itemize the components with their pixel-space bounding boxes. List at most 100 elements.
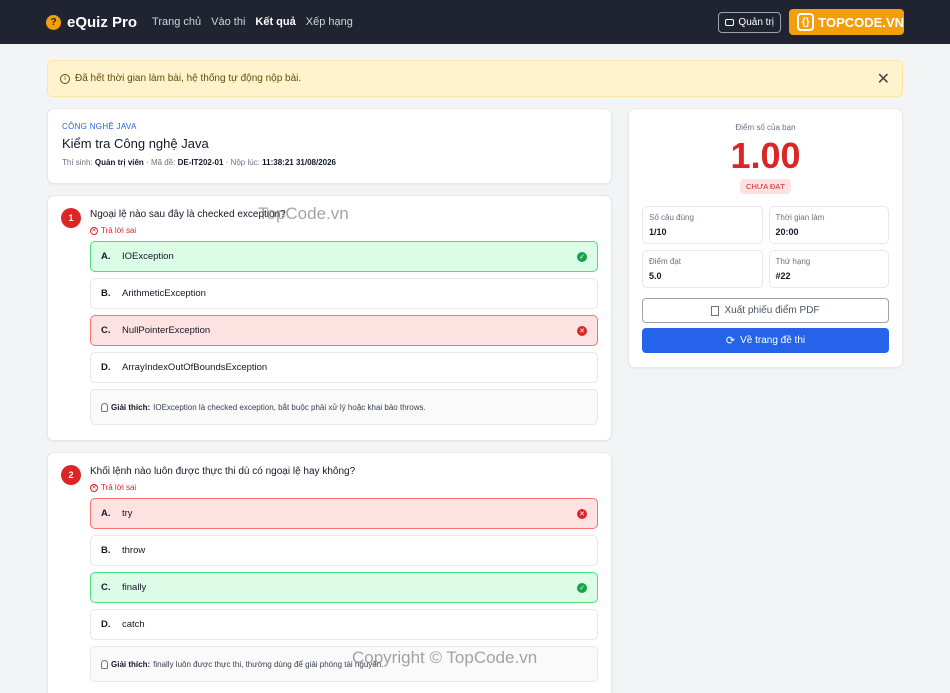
stat-label: Thứ hạng	[775, 257, 811, 266]
stats-grid: Số câu đúng 1/10 Thời gian làm 20:00 Điể…	[642, 206, 889, 288]
brand-name: eQuiz Pro	[67, 13, 138, 31]
answer-status: ✕ Trả lời sai	[90, 483, 355, 492]
exam-title: Kiểm tra Công nghệ Java	[62, 136, 209, 151]
answer-status-text: Trả lời sai	[101, 483, 137, 492]
stat-rank: Thứ hạng #22	[768, 250, 889, 288]
stat-value: 5.0	[649, 271, 662, 281]
option-letter: D.	[101, 362, 111, 373]
answer-status: ✕ Trả lời sai	[90, 226, 286, 235]
alert-message: Đã hết thời gian làm bài, hệ thống tự độ…	[75, 73, 302, 84]
question-text: Khối lệnh nào luôn được thực thi dù có n…	[90, 466, 356, 477]
option-letter: C.	[101, 582, 111, 593]
stat-value: #22	[775, 271, 791, 281]
exam-code-label: · Mã đề:	[146, 158, 176, 167]
option-text: ArithmeticException	[122, 288, 206, 299]
top-navbar: ? eQuiz Pro Trang chủ Vào thi Kết quả Xế…	[0, 0, 950, 44]
option-text: finally	[122, 582, 147, 593]
option-a: A. IOException ✓	[90, 241, 598, 272]
score-card: Điểm số của bạn 1.00 CHƯA ĐẠT Số câu đún…	[628, 108, 903, 368]
pdf-file-icon	[711, 305, 720, 316]
brand[interactable]: ? eQuiz Pro	[46, 14, 137, 31]
option-letter: A.	[101, 508, 111, 519]
stat-value: 1/10	[649, 227, 667, 237]
question-card-1: 1 Ngoại lệ nào sau đây là checked except…	[47, 195, 612, 441]
candidate-label: Thí sinh:	[62, 158, 93, 167]
nav-link-ranking[interactable]: Xếp hạng	[306, 16, 353, 28]
export-pdf-button[interactable]: Xuất phiếu điểm PDF	[642, 298, 889, 323]
option-c: C. finally ✓	[90, 572, 598, 603]
x-circle-icon: ✕	[90, 226, 98, 235]
stat-label: Thời gian làm	[775, 213, 825, 222]
score-label: Điểm số của bạn	[735, 123, 796, 132]
stat-value: 20:00	[775, 227, 799, 237]
back-to-exam-label: Về trang đề thi	[740, 335, 806, 346]
exam-meta: Thí sinh: Quản trị viên · Mã đề: DE-IT20…	[62, 158, 597, 167]
explanation-label: Giải thích:	[111, 659, 151, 669]
option-d: D. ArrayIndexOutOfBoundsException	[90, 352, 598, 383]
option-letter: B.	[101, 288, 111, 299]
back-to-exam-button[interactable]: ⟳ Về trang đề thi	[642, 328, 889, 353]
option-text: catch	[122, 619, 145, 630]
topcode-logo-text: TOPCODE.VN	[818, 14, 904, 30]
stat-pass-score: Điểm đạt 5.0	[642, 250, 763, 288]
option-c: C. NullPointerException ✕	[90, 315, 598, 346]
close-icon[interactable]: ✕	[877, 69, 890, 89]
refresh-icon: ⟳	[725, 335, 736, 347]
admin-label: Quản trị	[738, 16, 774, 28]
explanation-text: finally luôn được thực thi, thường dùng …	[153, 659, 384, 669]
nav-links: Trang chủ Vào thi Kết quả Xếp hạng	[152, 16, 353, 28]
option-letter: D.	[101, 619, 111, 630]
exam-subject: CÔNG NGHỆ JAVA	[62, 122, 137, 131]
exam-code: DE-IT202-01	[177, 158, 224, 167]
lightbulb-icon	[101, 659, 108, 669]
submitted-label: · Nộp lúc:	[225, 158, 260, 167]
check-circle-icon: ✓	[577, 251, 587, 262]
x-circle-icon: ✕	[90, 483, 98, 492]
option-text: NullPointerException	[122, 325, 211, 336]
explanation: Giải thích: finally luôn được thực thi, …	[90, 646, 598, 682]
explanation-label: Giải thích:	[111, 402, 151, 412]
explanation: Giải thích: IOException là checked excep…	[90, 389, 598, 425]
question-mark-icon: ?	[46, 14, 61, 30]
option-b: B. throw	[90, 535, 598, 566]
answer-status-text: Trả lời sai	[101, 226, 137, 235]
topcode-logo: {} TOPCODE.VN	[789, 9, 904, 35]
exam-info-card: CÔNG NGHỆ JAVA Kiểm tra Công nghệ Java T…	[47, 108, 612, 184]
explanation-text: IOException là checked exception, bắt bu…	[153, 402, 426, 412]
question-card-2: 2 Khối lệnh nào luôn được thực thi dù có…	[47, 452, 612, 693]
admin-button[interactable]: Quản trị	[718, 11, 781, 33]
option-b: B. ArithmeticException	[90, 278, 598, 309]
submitted-time: 11:38:21 31/08/2026	[262, 158, 336, 167]
status-badge: CHƯA ĐẠT	[740, 179, 791, 194]
topcode-logo-icon: {}	[797, 13, 815, 31]
score-value: 1.00	[730, 135, 801, 176]
option-d: D. catch	[90, 609, 598, 640]
info-icon: i	[60, 73, 70, 84]
stat-time: Thời gian làm 20:00	[768, 206, 889, 244]
nav-link-home[interactable]: Trang chủ	[152, 16, 201, 28]
option-text: try	[122, 508, 133, 519]
nav-link-results[interactable]: Kết quả	[255, 16, 295, 28]
x-circle-icon: ✕	[577, 508, 587, 519]
x-circle-icon: ✕	[577, 325, 587, 336]
question-text: Ngoại lệ nào sau đây là checked exceptio…	[90, 209, 286, 220]
export-pdf-label: Xuất phiếu điểm PDF	[724, 305, 820, 316]
option-letter: A.	[101, 251, 111, 262]
stat-correct: Số câu đúng 1/10	[642, 206, 763, 244]
option-text: IOException	[122, 251, 174, 262]
option-letter: B.	[101, 545, 111, 556]
nav-link-take-exam[interactable]: Vào thi	[211, 16, 245, 28]
lightbulb-icon	[101, 402, 108, 412]
timeout-alert: i Đã hết thời gian làm bài, hệ thống tự …	[47, 60, 903, 97]
stat-label: Số câu đúng	[649, 213, 694, 222]
option-letter: C.	[101, 325, 111, 336]
question-number: 2	[61, 465, 81, 485]
stat-label: Điểm đạt	[649, 257, 682, 266]
dashboard-icon	[725, 18, 735, 26]
candidate-name: Quản trị viên	[94, 158, 144, 167]
option-a: A. try ✕	[90, 498, 598, 529]
check-circle-icon: ✓	[577, 582, 587, 593]
option-text: ArrayIndexOutOfBoundsException	[122, 362, 268, 373]
question-number: 1	[61, 208, 81, 228]
option-text: throw	[122, 545, 146, 556]
